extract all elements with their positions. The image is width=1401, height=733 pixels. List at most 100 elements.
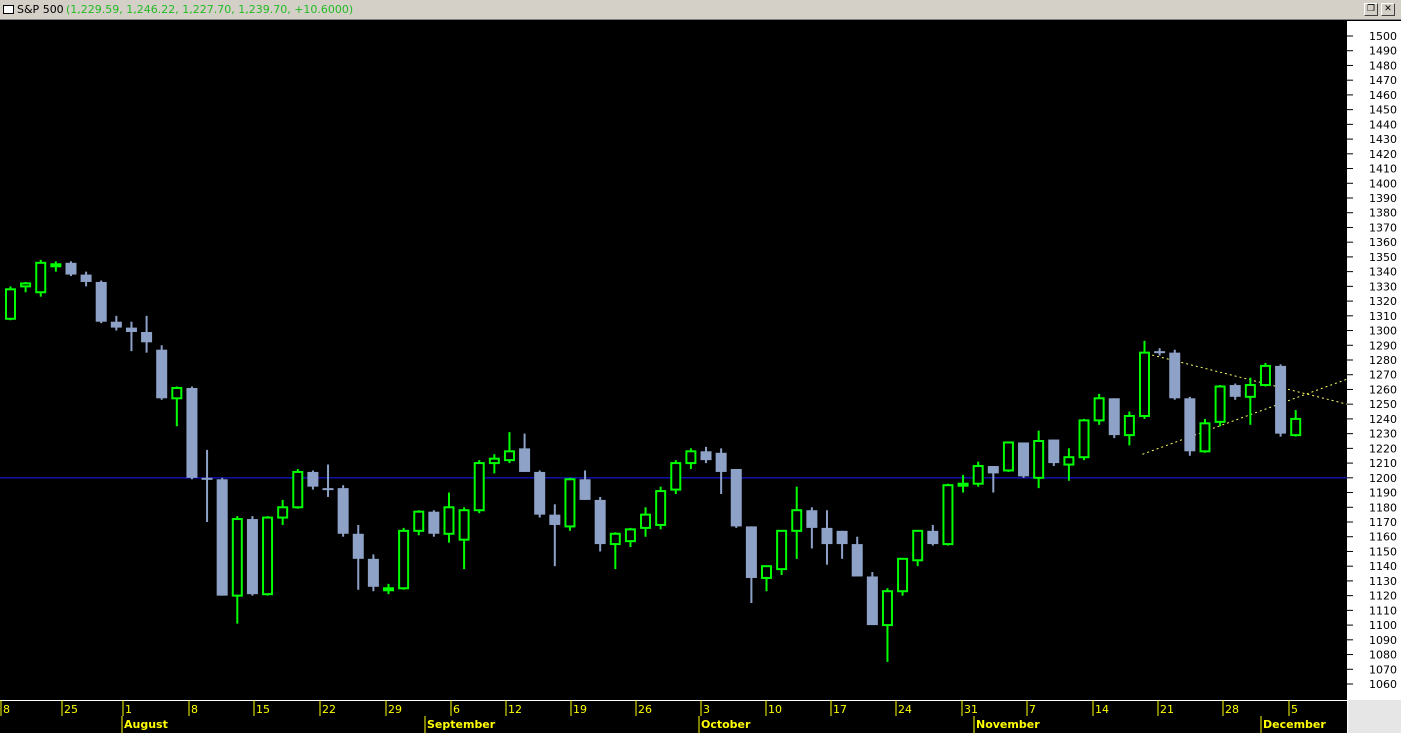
- candle-body: [655, 490, 667, 526]
- candle-up: [655, 486, 667, 530]
- date-tick-label: 6: [453, 703, 460, 716]
- date-axis[interactable]: 8 25 1 8 15 22 29 6 12 19 26 3 10 17 24 31 7 14 21 28 5 Augus…: [0, 700, 1326, 733]
- candle-body: [488, 457, 500, 465]
- candle-up: [1259, 362, 1271, 387]
- candle-body: [821, 527, 833, 545]
- date-tick-label: 25: [64, 703, 78, 716]
- candle-body: [50, 263, 62, 268]
- price-tick-label: 1490: [1369, 45, 1397, 58]
- candle-body: [927, 530, 939, 545]
- candle-body: [1018, 442, 1030, 477]
- candle-body: [972, 465, 984, 485]
- candle-body: [715, 452, 727, 472]
- candle-down: [95, 280, 107, 324]
- price-tick-label: 1310: [1369, 310, 1397, 323]
- candle-body: [473, 462, 485, 512]
- candle-body: [80, 274, 92, 282]
- price-tick-label: 1440: [1369, 118, 1397, 131]
- month-label: August: [124, 718, 168, 731]
- price-tick-label: 1350: [1369, 251, 1397, 264]
- candle-up: [292, 468, 304, 509]
- date-tick-label: 17: [833, 703, 847, 716]
- candle-body: [776, 529, 788, 571]
- candle-body: [912, 529, 924, 562]
- candle-body: [897, 557, 909, 593]
- candlestick-chart[interactable]: 1060107010801090110011101120113011401150…: [0, 0, 1401, 733]
- price-tick-label: 1210: [1369, 457, 1397, 470]
- price-tick-label: 1130: [1369, 575, 1397, 588]
- month-label: December: [1263, 718, 1326, 731]
- candle-body: [866, 576, 878, 626]
- price-tick-label: 1430: [1369, 133, 1397, 146]
- candle-up: [398, 527, 410, 590]
- price-tick-label: 1280: [1369, 354, 1397, 367]
- candle-body: [594, 499, 606, 545]
- candle-body: [987, 466, 999, 474]
- price-tick-label: 1060: [1369, 678, 1397, 691]
- candle-body: [1275, 365, 1287, 434]
- date-tick-label: 10: [768, 703, 782, 716]
- candle-body: [1214, 385, 1226, 423]
- price-tick-label: 1080: [1369, 649, 1397, 662]
- price-tick-label: 1240: [1369, 413, 1397, 426]
- date-tick-label: 26: [638, 703, 652, 716]
- price-tick-label: 1090: [1369, 634, 1397, 647]
- candle-up: [897, 557, 909, 596]
- candle-body: [171, 386, 183, 400]
- candle-body: [398, 529, 410, 590]
- date-tick-label: 21: [1160, 703, 1174, 716]
- price-tick-label: 1460: [1369, 89, 1397, 102]
- chart-window: S&P 500 (1,229.59, 1,246.22, 1,227.70, 1…: [0, 0, 1401, 733]
- date-tick-label: 1: [125, 703, 132, 716]
- candle-down: [866, 572, 878, 626]
- candle-body: [549, 514, 561, 525]
- candle-up: [972, 461, 984, 487]
- date-tick-label: 15: [256, 703, 270, 716]
- price-tick-label: 1420: [1369, 148, 1397, 161]
- candle-body: [957, 482, 969, 487]
- candle-body: [1033, 440, 1045, 479]
- price-tick-label: 1150: [1369, 545, 1397, 558]
- candle-up: [1002, 441, 1014, 472]
- candle-body: [1199, 422, 1211, 453]
- candle-body: [881, 590, 893, 627]
- candle-up: [413, 510, 425, 536]
- candle-body: [685, 450, 697, 465]
- price-tick-label: 1340: [1369, 266, 1397, 279]
- candle-up: [5, 286, 16, 321]
- price-axis[interactable]: 1060107010801090110011101120113011401150…: [1347, 21, 1401, 700]
- price-tick-label: 1230: [1369, 428, 1397, 441]
- candle-down: [186, 386, 198, 480]
- candle-body: [1048, 439, 1060, 464]
- candle-down: [1108, 398, 1120, 439]
- candle-body: [201, 477, 213, 480]
- candle-body: [110, 321, 122, 328]
- price-tick-label: 1360: [1369, 236, 1397, 249]
- candle-body: [141, 332, 153, 343]
- price-tick-label: 1260: [1369, 383, 1397, 396]
- price-tick-label: 1250: [1369, 398, 1397, 411]
- candle-down: [337, 485, 349, 537]
- price-tick-label: 1200: [1369, 472, 1397, 485]
- date-tick-label: 19: [573, 703, 587, 716]
- candle-down: [216, 477, 228, 596]
- candle-body: [1078, 419, 1090, 459]
- candle-up: [1078, 418, 1090, 461]
- candle-body: [352, 533, 364, 559]
- candle-body: [761, 565, 772, 579]
- candle-down: [367, 554, 379, 592]
- candle-down: [65, 261, 77, 277]
- candle-body: [1093, 397, 1105, 422]
- price-tick-label: 1170: [1369, 516, 1397, 529]
- candle-body: [745, 526, 757, 578]
- candle-body: [458, 509, 470, 541]
- candle-up: [1139, 340, 1150, 419]
- candle-up: [35, 259, 47, 297]
- candle-body: [383, 587, 394, 592]
- candle-body: [1002, 441, 1014, 472]
- candle-down: [1275, 364, 1287, 437]
- candle-up: [1214, 385, 1226, 427]
- candle-up: [776, 529, 788, 576]
- candle-body: [20, 282, 32, 288]
- candle-up: [670, 460, 682, 495]
